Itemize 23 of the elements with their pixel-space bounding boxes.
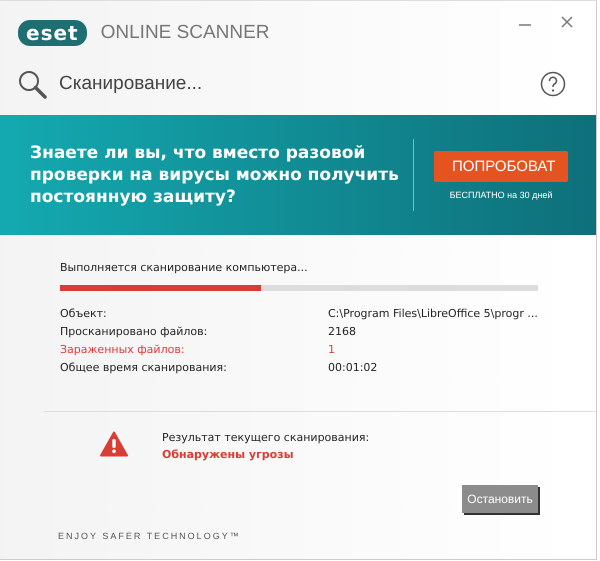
progress-label: Выполняется сканирование компьютера... [60, 261, 309, 274]
trial-note: БЕСПЛАТНО на 30 дней [450, 190, 552, 200]
detail-label: Общее время сканирования: [60, 360, 228, 376]
footer-slogan: ENJOY SAFER TECHNOLOGY™ [58, 531, 242, 541]
promo-text: Знаете ли вы, что вместо разовой проверки на вирусы можно получить постоянную защиту? [30, 142, 400, 208]
close-icon[interactable] [560, 15, 574, 29]
try-button[interactable]: ПОПРОБОВАТ [434, 150, 568, 182]
detail-value: 2168 [328, 324, 356, 340]
warning-icon [100, 431, 128, 457]
detail-value: C:\Program Files\LibreOffice 5\progr ... [328, 306, 538, 322]
search-icon [17, 69, 47, 99]
status-title: Сканирование... [59, 73, 202, 95]
help-icon[interactable] [540, 71, 566, 97]
product-name: ONLINE SCANNER [100, 22, 270, 44]
result-value: Обнаружены угрозы [162, 448, 295, 461]
result-label: Результат текущего сканирования: [162, 431, 370, 444]
detail-label: Зараженных файлов: [60, 342, 186, 358]
logo: eset [18, 20, 87, 46]
detail-label: Объект: [60, 306, 108, 322]
detail-value: 1 [328, 342, 335, 358]
detail-label: Просканировано файлов: [60, 324, 208, 340]
stop-button[interactable]: Остановить [462, 485, 538, 513]
detail-value: 00:01:02 [328, 360, 378, 376]
